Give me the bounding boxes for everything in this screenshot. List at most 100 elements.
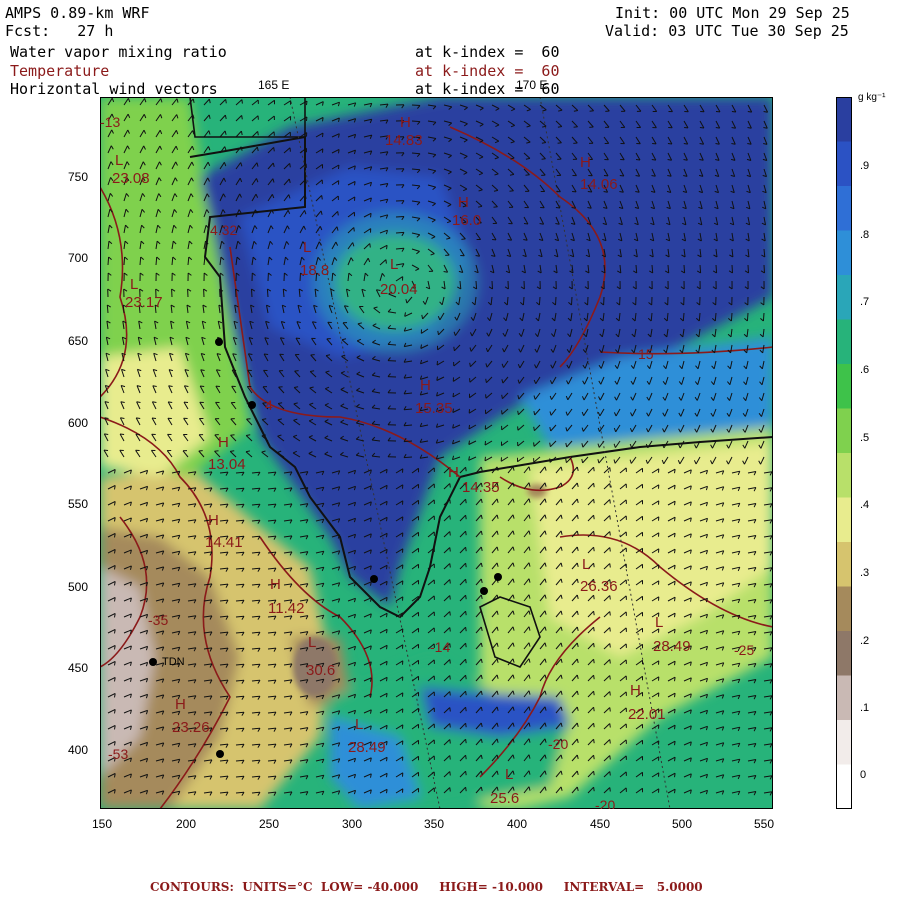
wind-barb	[230, 434, 235, 436]
wind-barb	[593, 627, 595, 632]
wind-barb	[465, 787, 467, 792]
wind-barb	[246, 434, 251, 436]
wind-barb	[571, 207, 576, 209]
contour-label: 4	[265, 397, 273, 413]
wind-vector	[403, 424, 413, 427]
wind-barb	[386, 629, 388, 634]
colorbar-tick: .4	[860, 499, 870, 511]
wind-barb	[338, 149, 340, 154]
extremum-value: 30.6	[306, 662, 335, 679]
wind-barb	[114, 565, 116, 570]
wind-barb	[449, 547, 451, 552]
extremum-value: 26.36	[580, 578, 618, 595]
wind-barb	[541, 158, 546, 160]
extremum-type: H	[580, 154, 591, 171]
y-tick: 650	[68, 334, 89, 348]
wind-barb	[609, 547, 611, 552]
wind-barb	[573, 110, 578, 112]
wind-barb	[541, 142, 546, 144]
wind-barb	[699, 127, 704, 129]
wind-barb	[674, 757, 676, 762]
wind-barb	[465, 531, 467, 536]
wind-barb	[386, 677, 388, 682]
wind-barb	[289, 163, 291, 168]
contour-label: -20	[548, 736, 568, 752]
colorbar-unit: g kg⁻¹	[858, 92, 886, 103]
wind-barb	[475, 255, 480, 257]
wind-barb	[557, 142, 562, 144]
wind-barb	[465, 499, 467, 504]
wind-barb	[436, 376, 438, 381]
wind-barb	[114, 677, 116, 682]
wind-barb	[609, 595, 611, 600]
wind-barb	[593, 563, 595, 568]
wind-vector	[746, 312, 749, 322]
contour-label: -35	[148, 612, 168, 628]
wind-barb	[312, 321, 317, 323]
map-plot: H 14.83 H 14.06 L 23.08 H 16.0 L 18.8 L …	[100, 97, 773, 809]
wind-barb	[120, 417, 125, 419]
y-tick: 700	[68, 251, 89, 265]
wind-vector	[506, 296, 509, 306]
wind-barb	[241, 115, 243, 120]
wind-vector	[235, 288, 237, 298]
wind-barb	[609, 755, 611, 760]
wind-barb	[386, 757, 388, 762]
station-dot	[370, 575, 378, 583]
model-title: AMPS 0.89-km WRF	[5, 4, 150, 22]
field-level-mixing-ratio: at k-index = 60	[415, 43, 560, 61]
extremum-type: L	[390, 256, 398, 273]
wind-barb	[420, 344, 422, 349]
wind-barb	[485, 378, 487, 383]
wind-barb	[114, 789, 116, 794]
extremum-value: 18.8	[300, 262, 329, 279]
colorbar-segment	[836, 364, 852, 409]
wind-barb	[449, 691, 451, 696]
colorbar-segment	[836, 720, 852, 765]
wind-barb	[449, 755, 451, 760]
wind-barb	[449, 515, 451, 520]
wind-barb	[533, 426, 535, 431]
station-dot	[248, 401, 256, 409]
wind-barb	[619, 175, 624, 177]
wind-barb	[114, 469, 116, 474]
y-tick: 500	[68, 580, 89, 594]
y-tick: 450	[68, 661, 89, 675]
wind-barb	[114, 645, 116, 650]
wind-barb	[593, 723, 595, 728]
extremum-type: H	[218, 434, 229, 451]
wind-barb	[555, 207, 560, 209]
wind-barb	[609, 483, 611, 488]
extremum-type: L	[308, 634, 316, 651]
wind-barb	[465, 595, 467, 600]
wind-barb	[386, 517, 388, 522]
wind-barb	[437, 330, 439, 335]
wind-vector	[411, 120, 421, 123]
extremum-type: H	[270, 576, 281, 593]
colorbar-tick: .8	[860, 229, 870, 241]
wind-vector	[667, 264, 670, 274]
wind-barb	[386, 693, 388, 698]
extremum-type: L	[505, 766, 513, 783]
x-tick: 300	[342, 817, 363, 831]
wind-barb	[449, 739, 451, 744]
wind-barb	[635, 175, 640, 177]
init-time: Init: 00 UTC Mon 29 Sep 25	[615, 4, 850, 22]
wind-vector	[538, 296, 541, 306]
wind-barb	[386, 597, 388, 602]
contour-label: 15	[638, 346, 654, 362]
x-tick: 150	[92, 817, 113, 831]
extremum-type: L	[303, 239, 311, 256]
wind-barb	[465, 675, 467, 680]
wind-barb	[731, 127, 736, 129]
colorbar-segment	[836, 408, 852, 454]
wind-vector	[411, 152, 421, 155]
field-name-mixing-ratio: Water vapor mixing ratio	[10, 43, 227, 61]
wind-barb	[461, 238, 466, 240]
y-tick: 400	[68, 743, 89, 757]
extremum-type: H	[630, 682, 641, 699]
wind-barb	[449, 483, 451, 488]
wind-barb	[385, 259, 387, 264]
wind-barb	[449, 595, 451, 600]
wind-barb	[593, 467, 595, 472]
